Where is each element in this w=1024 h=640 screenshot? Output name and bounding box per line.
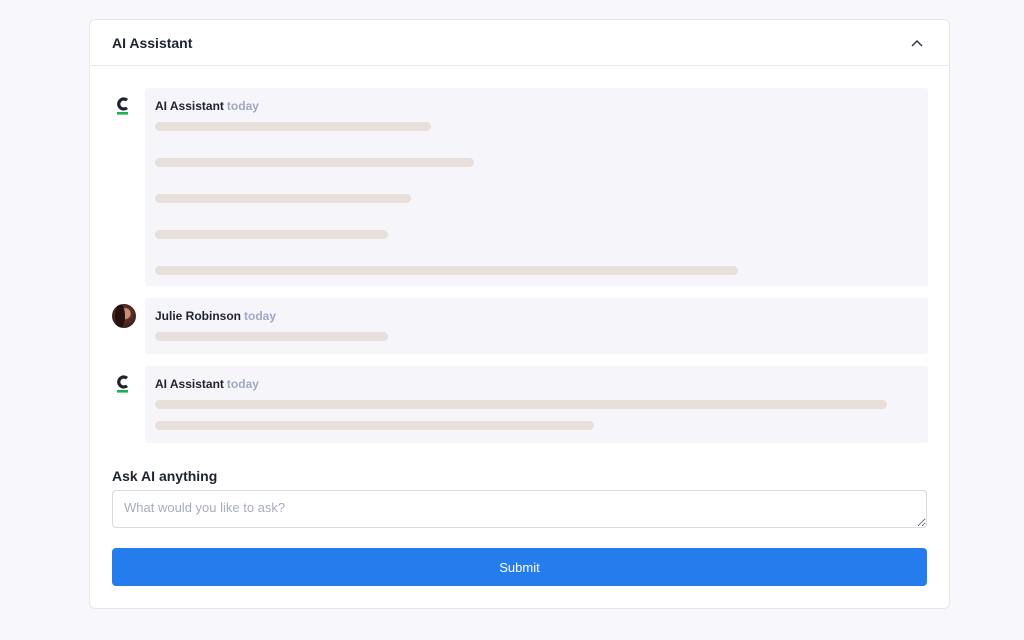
panel-header[interactable]: AI Assistant	[90, 20, 949, 66]
message-header: AI Assistant today	[155, 99, 918, 113]
message-time: today	[226, 99, 259, 113]
message-author: AI Assistant	[155, 99, 224, 113]
skeleton-line	[155, 194, 411, 203]
message-time: today	[244, 309, 277, 323]
message-header: Julie Robinson today	[155, 309, 918, 323]
message-author: Julie Robinson	[155, 309, 242, 323]
brand-c-logo-icon	[117, 97, 129, 115]
brand-c-logo-icon	[117, 375, 129, 393]
submit-button[interactable]: Submit	[112, 548, 927, 586]
ai-assistant-panel: AI Assistant AI Assistant today Julie Ro…	[89, 19, 950, 609]
ask-input[interactable]	[112, 490, 927, 528]
message-author: AI Assistant	[155, 377, 224, 391]
message-bubble: Julie Robinson today	[145, 298, 928, 354]
message-time: today	[226, 377, 259, 391]
skeleton-line	[155, 122, 431, 131]
skeleton-line	[155, 158, 474, 167]
ask-label: Ask AI anything	[112, 468, 218, 484]
message-list: AI Assistanttoday Julie Robinsontoday	[112, 88, 928, 443]
skeleton-line	[155, 332, 388, 341]
message-bubble: AI Assistant today	[145, 88, 928, 286]
skeleton-line	[155, 266, 738, 275]
panel-title: AI Assistant	[112, 34, 193, 51]
chevron-up-icon[interactable]	[907, 33, 927, 53]
message-item: AI Assistant today	[112, 88, 928, 286]
message-header: AI Assistant today	[155, 377, 918, 391]
skeleton-line	[155, 230, 388, 239]
message-bubble: AI Assistant today	[145, 366, 928, 443]
skeleton-line	[155, 421, 594, 430]
user-avatar	[112, 304, 136, 328]
skeleton-line	[155, 400, 887, 409]
message-item: AI Assistant today	[112, 366, 928, 443]
message-item: Julie Robinson today	[112, 298, 928, 354]
